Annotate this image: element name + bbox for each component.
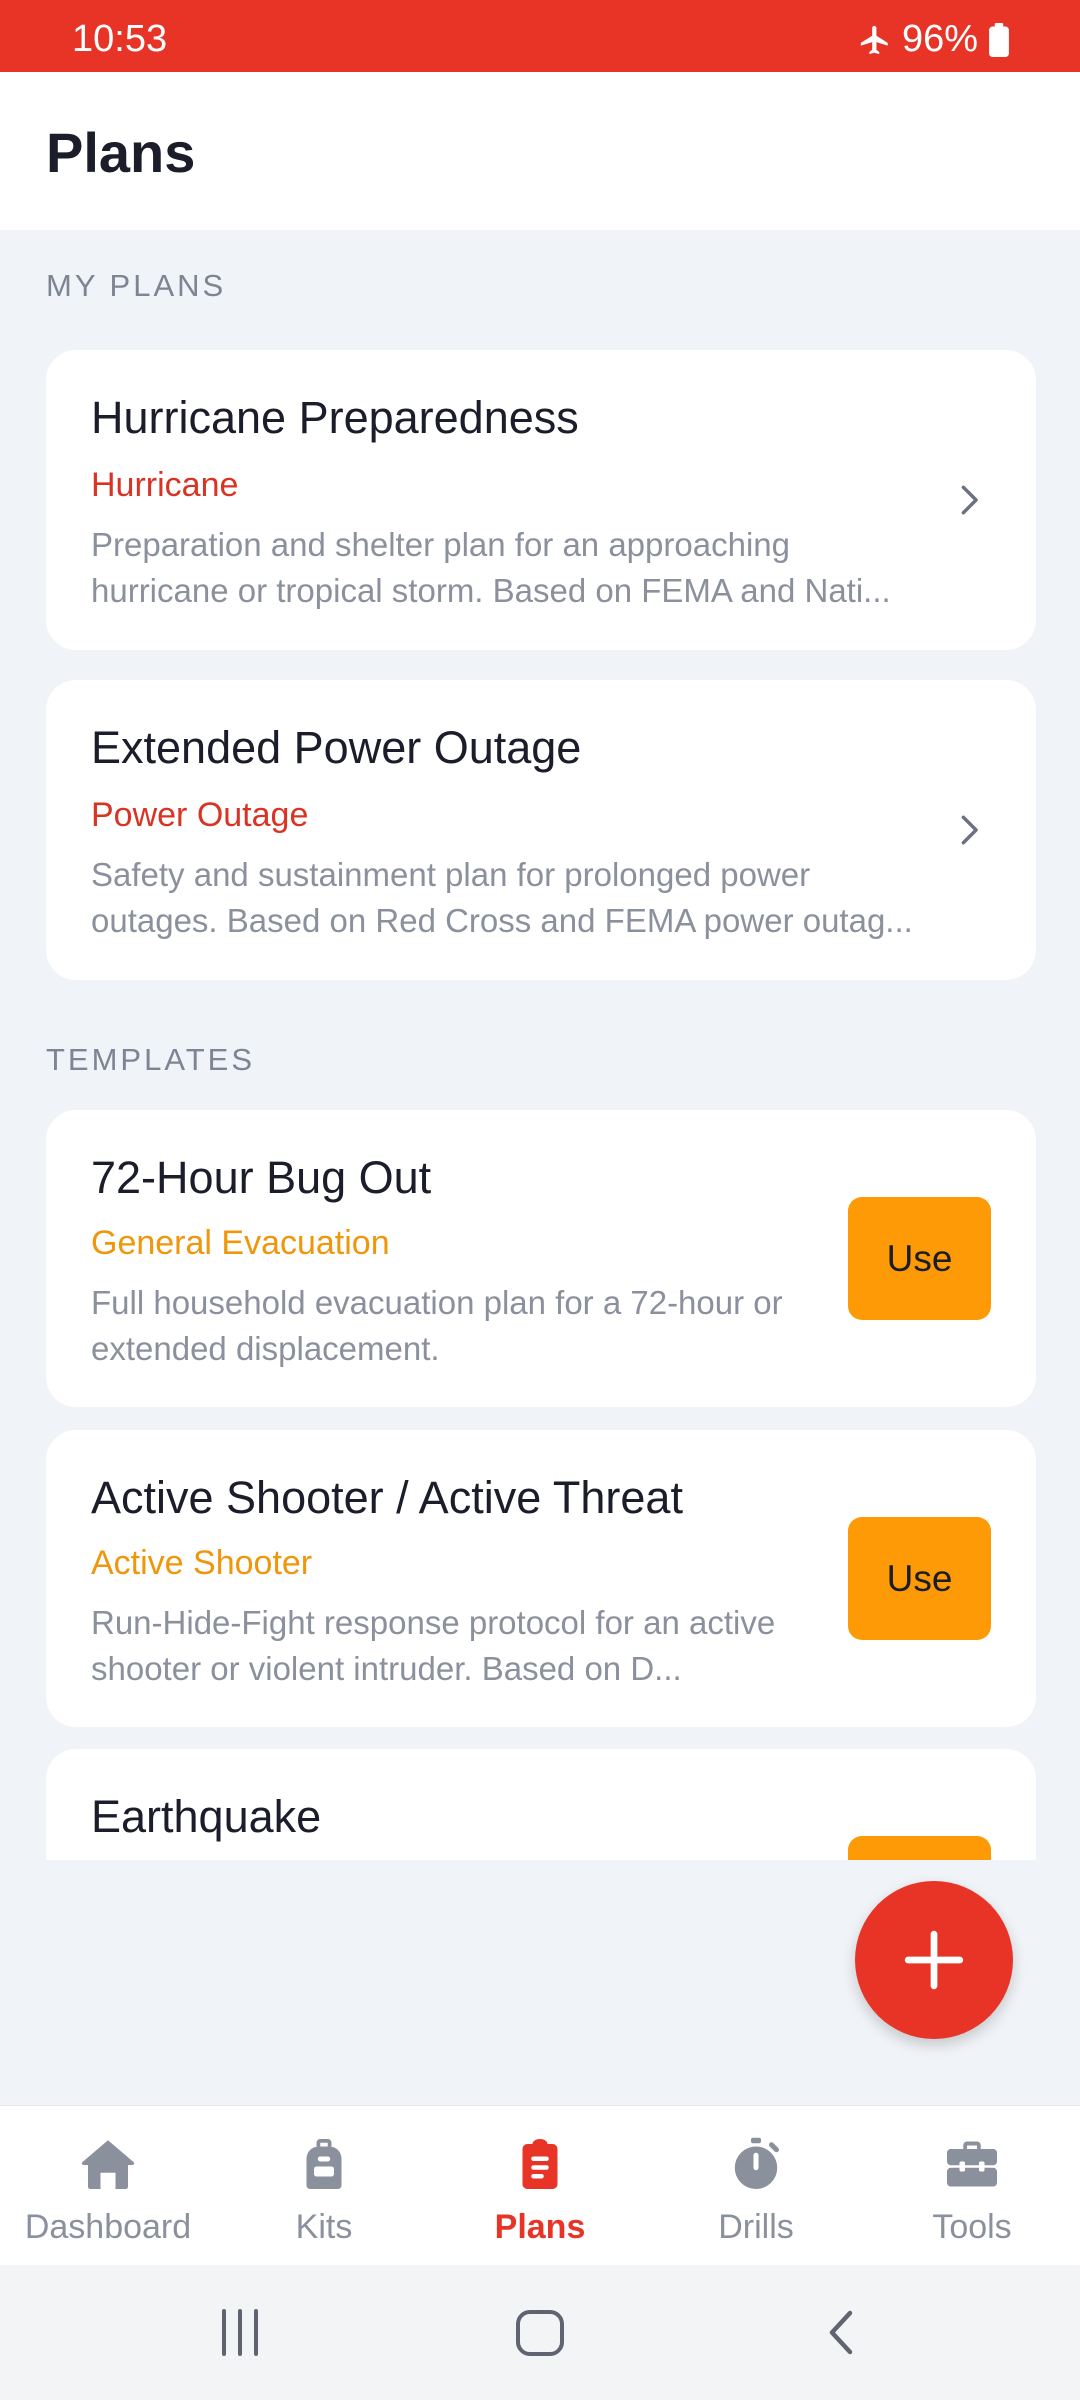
section-label-my-plans: MY PLANS [46, 268, 227, 303]
plan-description: Safety and sustainment plan for prolonge… [91, 856, 913, 939]
template-category: Active Shooter [91, 1544, 313, 1582]
nav-label: Kits [295, 2208, 353, 2246]
nav-label: Tools [932, 2208, 1012, 2246]
backpack-icon [306, 2139, 342, 2189]
nav-item-plans[interactable]: Plans [432, 2106, 648, 2266]
nav-label: Dashboard [24, 2208, 192, 2246]
battery-icon [989, 22, 1009, 57]
plan-title: Hurricane Preparedness [91, 392, 579, 443]
use-template-button[interactable]: Use [848, 1836, 991, 1860]
template-title: Earthquake [91, 1791, 322, 1842]
plan-title: Extended Power Outage [91, 722, 582, 773]
plan-category: Power Outage [91, 796, 309, 834]
plan-description: Preparation and shelter plan for an appr… [91, 526, 891, 609]
add-plan-button[interactable] [855, 1881, 1013, 2039]
battery-percent: 96% [901, 18, 978, 60]
template-title: Active Shooter / Active Threat [91, 1472, 683, 1523]
plans-list[interactable]: MY PLANS Hurricane Preparedness Hurrican… [0, 230, 1080, 1860]
nav-label: Drills [718, 2208, 794, 2246]
chevron-right-icon [961, 815, 978, 845]
nav-item-kits[interactable]: Kits [216, 2106, 432, 2266]
status-indicators: 96% [858, 18, 1010, 61]
use-template-button[interactable]: Use [848, 1197, 991, 1320]
plan-card-hurricane[interactable]: Hurricane Preparedness Hurricane Prepara… [46, 350, 1036, 650]
template-card-active-shooter[interactable]: Active Shooter / Active Threat Active Sh… [46, 1430, 1036, 1727]
section-label-templates: TEMPLATES [46, 1042, 256, 1077]
page-title: Plans [46, 121, 196, 184]
status-bar: 10:53 96% [0, 0, 1080, 72]
nav-item-dashboard[interactable]: Dashboard [0, 2106, 216, 2266]
nav-label: Plans [494, 2208, 586, 2246]
home-icon [81, 2140, 135, 2189]
airplane-icon [860, 25, 888, 54]
template-description: Full household evacuation plan for a 72-… [91, 1284, 783, 1367]
back-icon[interactable] [820, 2305, 864, 2360]
clipboard-icon [522, 2139, 558, 2189]
stopwatch-icon [734, 2137, 779, 2189]
nav-item-drills[interactable]: Drills [648, 2106, 864, 2266]
template-description: Run-Hide-Fight response protocol for an … [91, 1604, 776, 1687]
template-card-72-hour-bug-out[interactable]: 72-Hour Bug Out General Evacuation Full … [46, 1110, 1036, 1407]
status-time: 10:53 [72, 18, 168, 60]
plan-card-power-outage[interactable]: Extended Power Outage Power Outage Safet… [46, 680, 1036, 980]
template-category: General Evacuation [91, 1224, 390, 1262]
system-nav-bar [0, 2265, 1080, 2400]
nav-item-tools[interactable]: Tools [864, 2106, 1080, 2266]
use-template-button[interactable]: Use [848, 1517, 991, 1640]
app-bar: Plans [0, 72, 1080, 230]
home-button-icon[interactable] [512, 2305, 568, 2360]
toolbox-icon [947, 2141, 997, 2187]
chevron-right-icon [961, 485, 978, 515]
plan-category: Hurricane [91, 466, 239, 504]
template-card-earthquake[interactable]: Earthquake Use [46, 1749, 1036, 1860]
bottom-nav: Dashboard Kits Plans Drills Tools [0, 2105, 1080, 2265]
plus-icon [904, 1930, 964, 1990]
recent-apps-icon[interactable] [215, 2305, 265, 2360]
template-title: 72-Hour Bug Out [91, 1152, 432, 1203]
